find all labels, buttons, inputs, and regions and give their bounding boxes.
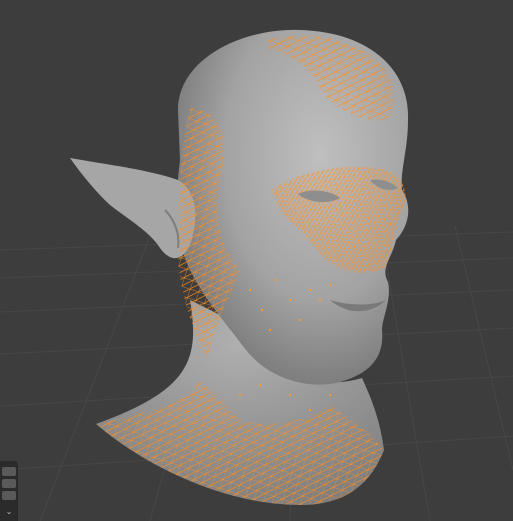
ear-mesh xyxy=(70,158,196,259)
viewport-canvas[interactable] xyxy=(0,0,513,521)
panel-slot[interactable] xyxy=(2,491,16,500)
3d-viewport[interactable] xyxy=(0,0,513,521)
panel-slot[interactable] xyxy=(2,467,16,476)
side-panel-stub[interactable]: ⌄ xyxy=(0,461,18,521)
panel-slot[interactable] xyxy=(2,479,16,488)
chevron-down-icon[interactable]: ⌄ xyxy=(3,507,15,517)
